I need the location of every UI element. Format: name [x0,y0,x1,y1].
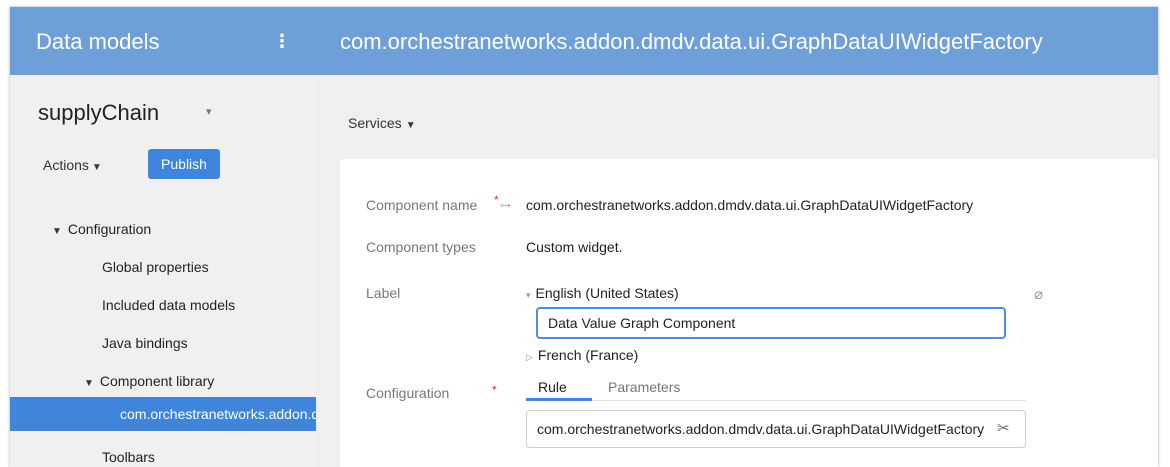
app-frame: Data models ⋮ com.orchestranetworks.addo… [10,7,1158,467]
tree-item-selected-component[interactable]: com.orchestranetworks.addon.dmdv.data.ui… [10,397,316,431]
tree-item-label: com.orchestranetworks.addon.dmdv.data.ui… [120,406,316,422]
lang-english-label: English (United States) [535,285,679,301]
configuration-rule-value: com.orchestranetworks.addon.dmdv.data.ui… [537,421,985,437]
lang-french-label: French (France) [537,347,639,363]
tree-item-global-properties[interactable]: Global properties [102,259,209,275]
clear-value-icon[interactable]: ⌀ [1034,285,1043,303]
header-title: Data models [36,29,160,54]
tree-item-configuration[interactable]: ▼ Configuration [52,221,151,237]
actions-label: Actions [43,157,89,173]
tree-item-label: Configuration [67,221,152,237]
component-types-value: Custom widget. [526,239,623,255]
label-field-label: Label [366,285,401,301]
tabs-divider [526,400,1026,401]
header-left: Data models ⋮ [10,7,316,75]
model-dropdown-caret-icon[interactable]: ▾ [206,105,212,118]
wizard-icon[interactable]: ✂ [997,419,1010,437]
tree-item-included-data-models[interactable]: Included data models [102,297,235,313]
tab-rule[interactable]: Rule [538,379,567,395]
lang-english-toggle[interactable]: ▾ English (United States) [526,285,679,301]
data-model-name[interactable]: supplyChain [38,100,159,126]
component-name-label: Component name [366,197,478,213]
expanded-triangle-icon: ▾ [526,290,531,300]
component-form-card: Component name * ⊶ com.orchestranetworks… [340,159,1158,467]
component-types-label: Component types [366,239,476,255]
component-name-value: com.orchestranetworks.addon.dmdv.data.ui… [526,197,974,213]
required-marker: * [494,193,499,207]
publish-button[interactable]: Publish [148,149,220,179]
actions-menu[interactable]: Actions ▼ [43,157,102,173]
caret-down-icon: ▼ [91,162,102,173]
expanded-triangle-icon: ▼ [84,378,94,389]
configuration-label: Configuration [366,385,450,401]
tree-item-label: Component library [99,373,215,389]
caret-down-icon: ▼ [405,120,416,131]
services-label: Services [348,115,402,131]
header-bar: Data models ⋮ com.orchestranetworks.addo… [10,7,1158,75]
configuration-rule-input[interactable]: com.orchestranetworks.addon.dmdv.data.ui… [526,410,1026,448]
active-tab-indicator [526,398,592,401]
tree-item-java-bindings[interactable]: Java bindings [102,335,188,351]
label-english-input[interactable]: Data Value Graph Component [536,307,1006,339]
expanded-triangle-icon: ▼ [52,226,62,237]
required-marker: * [492,383,497,397]
sidebar: supplyChain ▾ Actions ▼ Publish ▼ Configur… [10,75,316,467]
services-menu[interactable]: Services ▼ [348,115,416,131]
more-options-icon[interactable]: ⋮ [272,30,292,52]
key-icon: ⊶ [500,200,511,212]
tab-parameters[interactable]: Parameters [608,379,680,395]
tree-item-toolbars[interactable]: Toolbars [102,449,155,465]
lang-french-toggle[interactable]: ▷ French (France) [526,347,638,363]
collapsed-triangle-icon: ▷ [526,352,533,362]
component-path-title: com.orchestranetworks.addon.dmdv.data.ui… [340,29,1043,54]
main-content: Services ▼ Component name * ⊶ com.orchest… [316,75,1158,467]
tree-item-component-library[interactable]: ▼ Component library [84,373,214,389]
